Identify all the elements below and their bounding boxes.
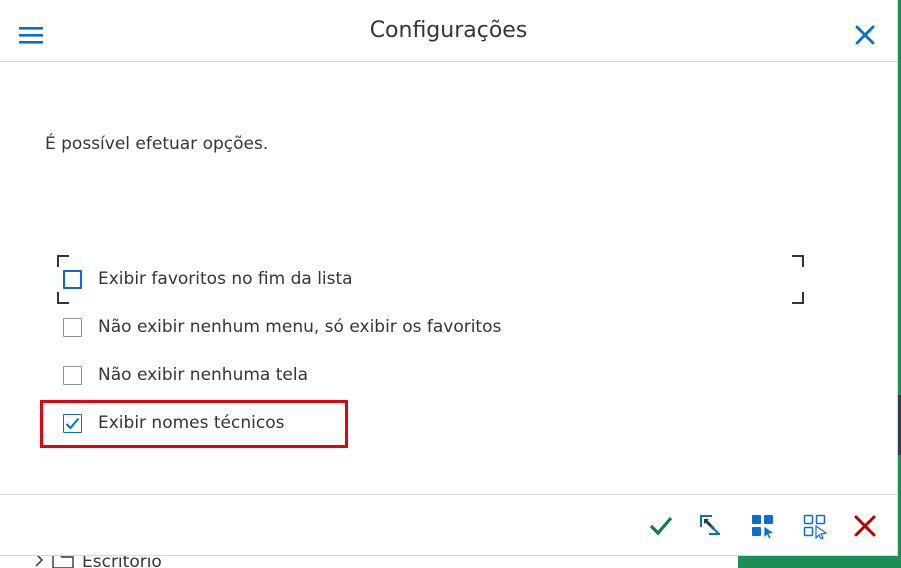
cancel-icon[interactable] — [852, 513, 878, 539]
settings-dialog: Configurações É possível efetuar opções.… — [0, 0, 898, 556]
dialog-message: É possível efetuar opções. — [45, 134, 269, 154]
option-favorites-end[interactable]: Exibir favoritos no fim da lista — [63, 266, 353, 292]
select-all-icon[interactable] — [750, 513, 776, 539]
option-no-screen[interactable]: Não exibir nenhuma tela — [63, 362, 308, 388]
cursor-select-icon[interactable] — [698, 513, 724, 539]
checkbox[interactable] — [63, 269, 82, 289]
checkbox[interactable] — [63, 365, 82, 385]
dialog-title: Configurações — [369, 18, 528, 43]
dialog-footer — [0, 494, 897, 555]
close-icon[interactable] — [854, 24, 876, 46]
focus-indicator — [57, 292, 69, 304]
focus-indicator — [792, 255, 804, 267]
focus-indicator — [792, 292, 804, 304]
deselect-all-icon[interactable] — [802, 513, 828, 539]
option-label: Não exibir nenhum menu, só exibir os fav… — [98, 317, 502, 337]
option-label: Exibir favoritos no fim da lista — [98, 269, 353, 289]
option-no-menu[interactable]: Não exibir nenhum menu, só exibir os fav… — [63, 314, 501, 340]
background-green-area — [738, 555, 901, 568]
checkmark-icon[interactable] — [648, 513, 674, 539]
option-label: Não exibir nenhuma tela — [98, 365, 308, 385]
red-highlight-box — [40, 400, 348, 448]
dialog-header: Configurações — [0, 0, 897, 62]
checkbox[interactable] — [63, 317, 82, 337]
